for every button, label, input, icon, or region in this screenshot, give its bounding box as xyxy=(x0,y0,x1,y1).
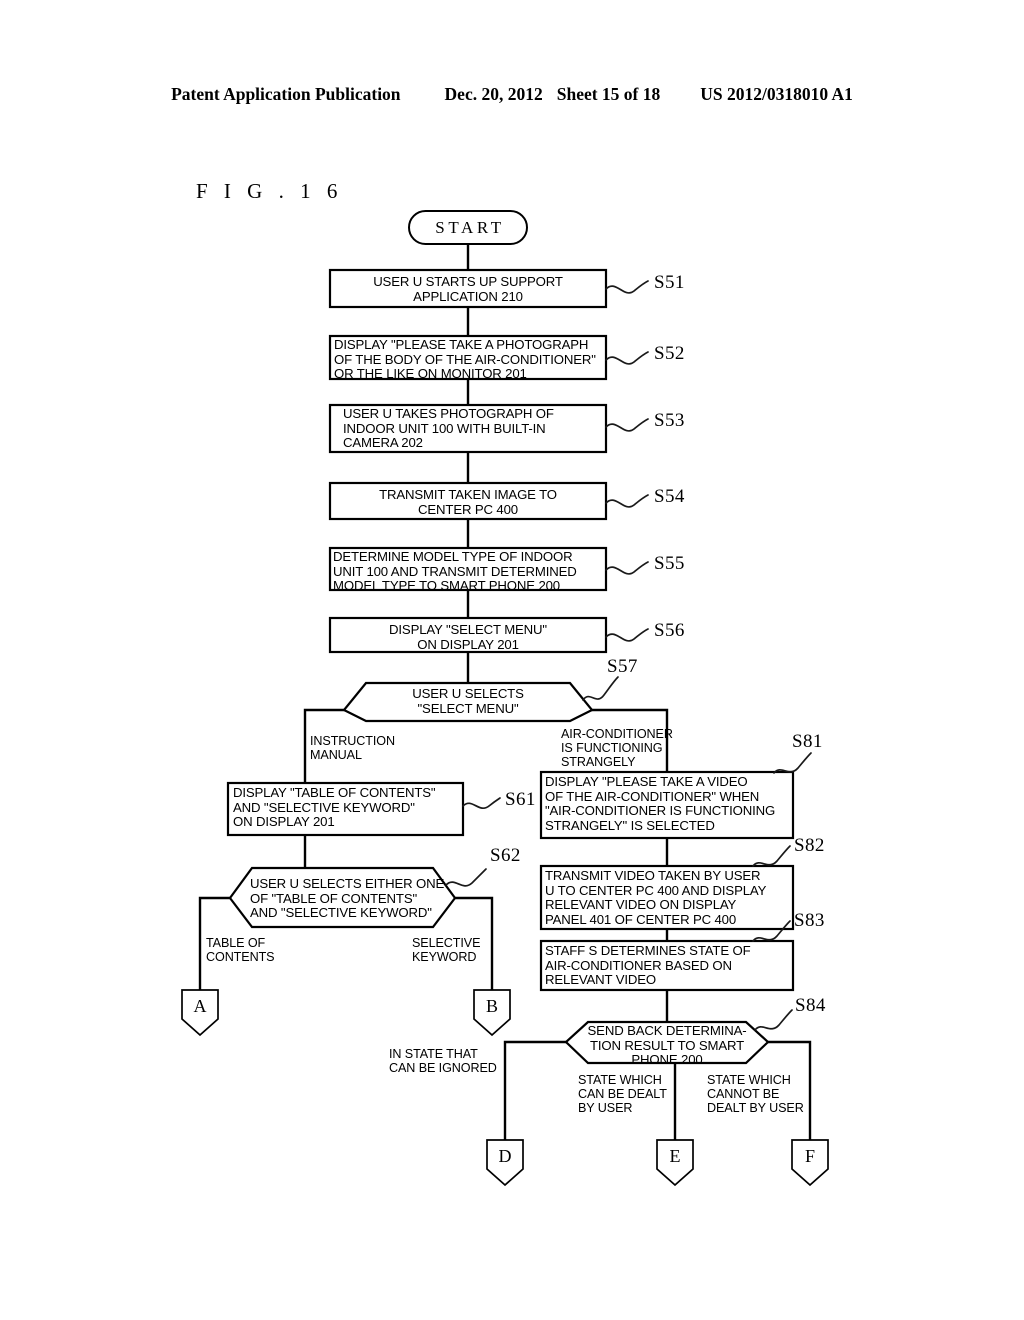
step-code-s62: S62 xyxy=(490,845,521,866)
leader-s56 xyxy=(605,628,649,642)
s83-box-text: STAFF S DETERMINES STATE OF AIR-CONDITIO… xyxy=(545,943,751,988)
step-code-s57: S57 xyxy=(607,656,638,677)
branch-label-cannot-be-dealt: STATE WHICH CANNOT BE DEALT BY USER xyxy=(707,1073,804,1116)
s52-box-text: DISPLAY "PLEASE TAKE A PHOTOGRAPH OF THE… xyxy=(334,337,596,382)
s82-box-text: TRANSMIT VIDEO TAKEN BY USER U TO CENTER… xyxy=(545,868,767,927)
connector-f-label: F xyxy=(804,1146,815,1166)
branch-label-table-of-contents: TABLE OF CONTENTS xyxy=(206,936,275,965)
edge-s84-left-to-d xyxy=(503,1040,568,1142)
step-code-s83: S83 xyxy=(794,910,825,931)
step-code-s54: S54 xyxy=(654,486,685,507)
s81-box-text: DISPLAY "PLEASE TAKE A VIDEO OF THE AIR-… xyxy=(545,774,776,833)
leader-s82 xyxy=(752,845,791,867)
step-code-s84: S84 xyxy=(795,995,826,1016)
leader-s55 xyxy=(605,561,649,575)
s61-box-text: DISPLAY "TABLE OF CONTENTS" AND "SELECTI… xyxy=(233,785,436,830)
s56-box-text: DISPLAY "SELECT MENU" ON DISPLAY 201 xyxy=(389,622,547,652)
connector-b-label: B xyxy=(485,996,498,1016)
start-terminator-label: START xyxy=(435,218,505,237)
leader-s51 xyxy=(605,280,649,294)
leader-s62 xyxy=(445,868,487,887)
step-code-s53: S53 xyxy=(654,410,685,431)
branch-label-can-be-ignored: IN STATE THAT CAN BE IGNORED xyxy=(389,1047,497,1076)
branch-label-can-be-dealt: STATE WHICH CAN BE DEALT BY USER xyxy=(578,1073,667,1116)
step-code-s51: S51 xyxy=(654,272,685,293)
s54-box-text: TRANSMIT TAKEN IMAGE TO CENTER PC 400 xyxy=(379,487,557,517)
s57-hexagon-text: USER U SELECTS "SELECT MENU" xyxy=(412,686,524,716)
connector-a-label: A xyxy=(193,996,207,1016)
step-code-s61: S61 xyxy=(505,789,536,810)
branch-label-functioning-strangely: AIR-CONDITIONER IS FUNCTIONING STRANGELY xyxy=(561,727,673,770)
leader-s52 xyxy=(605,351,649,365)
branch-label-instruction-manual: INSTRUCTION MANUAL xyxy=(310,734,395,763)
leader-s61 xyxy=(462,797,501,809)
s62-hexagon-text: USER U SELECTS EITHER ONE OF "TABLE OF C… xyxy=(250,876,445,921)
step-code-s56: S56 xyxy=(654,620,685,641)
connector-d-label: D xyxy=(498,1146,512,1166)
patent-drawing-page: Patent Application Publication Dec. 20, … xyxy=(0,0,1024,1320)
step-code-s81: S81 xyxy=(792,731,823,752)
branch-label-selective-keyword: SELECTIVE KEYWORD xyxy=(412,936,481,965)
connector-e-label: E xyxy=(669,1146,681,1166)
leader-s54 xyxy=(605,494,649,508)
leader-s53 xyxy=(605,418,649,432)
s84-hexagon-text: SEND BACK DETERMINA- TION RESULT TO SMAR… xyxy=(587,1023,747,1068)
step-code-s55: S55 xyxy=(654,553,685,574)
s55-box-text: DETERMINE MODEL TYPE OF INDOOR UNIT 100 … xyxy=(333,549,577,594)
step-code-s52: S52 xyxy=(654,343,685,364)
flowchart-canvas xyxy=(181,210,829,1187)
s51-box-text: USER U STARTS UP SUPPORT APPLICATION 210 xyxy=(373,274,563,304)
s53-box-text: USER U TAKES PHOTOGRAPH OF INDOOR UNIT 1… xyxy=(343,406,554,451)
leader-s81 xyxy=(773,752,812,774)
leader-s57 xyxy=(582,676,619,701)
step-code-s82: S82 xyxy=(794,835,825,856)
